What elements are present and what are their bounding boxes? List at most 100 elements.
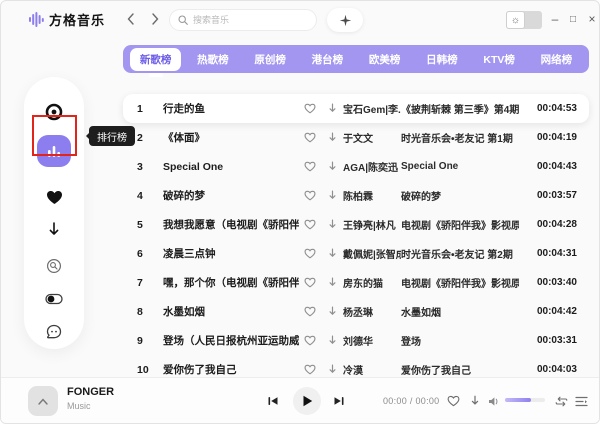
- tab-label: 热歌榜: [197, 54, 229, 66]
- sparkle-button[interactable]: [327, 8, 363, 32]
- theme-toggle[interactable]: ☼: [506, 11, 542, 29]
- expand-player-button[interactable]: [28, 386, 58, 416]
- search-input[interactable]: [193, 15, 293, 25]
- favorite-button[interactable]: [299, 364, 321, 375]
- download-button[interactable]: [321, 190, 343, 202]
- song-album: 爱你伤了我自己: [401, 362, 519, 377]
- player-favorite-button[interactable]: [445, 393, 461, 409]
- tab-8[interactable]: 网络榜: [531, 48, 583, 71]
- download-button[interactable]: [321, 335, 343, 347]
- song-duration: 00:04:28: [519, 219, 577, 230]
- song-duration: 00:04:03: [519, 364, 577, 375]
- table-row[interactable]: 3 Special One AGA|陈奕迅 Special One 00:04:…: [123, 152, 589, 181]
- download-icon: [327, 103, 338, 115]
- play-button[interactable]: [293, 387, 321, 415]
- table-row[interactable]: 7 嘿，那个你（电视剧《骄阳伴我》... 房东的猫 电视剧《骄阳伴我》影视原声大…: [123, 268, 589, 297]
- tab-1[interactable]: 新歌榜: [130, 48, 182, 71]
- volume-button[interactable]: [487, 394, 501, 408]
- maximize-button[interactable]: □: [564, 9, 582, 29]
- sidebar-item-mode-toggle[interactable]: [34, 282, 74, 315]
- favorite-button[interactable]: [299, 190, 321, 201]
- download-icon: [327, 248, 338, 260]
- ranking-active-button[interactable]: [37, 135, 71, 167]
- sidebar-item-messages[interactable]: [34, 316, 74, 349]
- previous-track-button[interactable]: [265, 393, 281, 409]
- favorite-button[interactable]: [299, 335, 321, 346]
- tab-5[interactable]: 欧美榜: [359, 48, 411, 71]
- download-button[interactable]: [321, 132, 343, 144]
- back-button[interactable]: [123, 11, 139, 27]
- tab-6[interactable]: 日韩榜: [416, 48, 468, 71]
- heart-outline-icon: [304, 161, 316, 172]
- favorite-button[interactable]: [299, 103, 321, 114]
- favorite-button[interactable]: [299, 161, 321, 172]
- heart-outline-icon: [304, 219, 316, 230]
- download-button[interactable]: [321, 248, 343, 260]
- sidebar-item-favorites[interactable]: [34, 180, 74, 213]
- minimize-button[interactable]: –: [546, 9, 564, 29]
- table-row[interactable]: 4 破碎的梦 陈柏霖 破碎的梦 00:03:57: [123, 181, 589, 210]
- favorite-button[interactable]: [299, 219, 321, 230]
- song-artist: 戴佩妮|张智成: [343, 246, 401, 261]
- download-button[interactable]: [321, 161, 343, 173]
- song-duration: 00:03:57: [519, 190, 577, 201]
- song-rank: 6: [137, 248, 163, 260]
- download-button[interactable]: [321, 103, 343, 115]
- table-row[interactable]: 1 行走的鱼 宝石Gem|李... 《披荆斩棘 第三季》第4期 00:04:53: [123, 94, 589, 123]
- tab-3[interactable]: 原创榜: [244, 48, 296, 71]
- table-row[interactable]: 2 《体面》 于文文 时光音乐会•老友记 第1期 00:04:19: [123, 123, 589, 152]
- song-album: 水墨如烟: [401, 304, 519, 319]
- close-button[interactable]: ×: [583, 9, 600, 29]
- next-track-button[interactable]: [331, 393, 347, 409]
- song-album: 电视剧《骄阳伴我》影视原声大碟: [401, 275, 519, 290]
- tab-2[interactable]: 热歌榜: [187, 48, 239, 71]
- forward-button[interactable]: [147, 11, 163, 27]
- tab-4[interactable]: 港台榜: [302, 48, 354, 71]
- download-button[interactable]: [321, 219, 343, 231]
- favorite-button[interactable]: [299, 248, 321, 259]
- song-duration: 00:04:31: [519, 248, 577, 259]
- sidebar-item-discover[interactable]: [34, 95, 74, 128]
- download-icon: [327, 132, 338, 144]
- previous-track-icon: [267, 395, 279, 407]
- download-icon: [327, 306, 338, 318]
- playlist-button[interactable]: [573, 393, 589, 409]
- tab-7[interactable]: KTV榜: [473, 48, 525, 71]
- song-title: 爱你伤了我自己: [163, 362, 299, 377]
- heart-outline-icon: [304, 364, 316, 375]
- heart-outline-icon: [304, 335, 316, 346]
- download-icon: [327, 335, 338, 347]
- song-artist: 刘德华: [343, 333, 401, 348]
- tab-bar: 新歌榜 热歌榜 原创榜 港台榜 欧美榜 日韩榜 KTV榜网络榜: [123, 45, 589, 73]
- speaker-icon: [488, 396, 500, 407]
- table-row[interactable]: 6 凌晨三点钟 戴佩妮|张智成 时光音乐会•老友记 第2期 00:04:31: [123, 239, 589, 268]
- tab-label: 日韩榜: [426, 54, 458, 66]
- search-box[interactable]: [169, 9, 317, 31]
- song-artist: 宝石Gem|李...: [343, 101, 401, 116]
- download-button[interactable]: [321, 364, 343, 376]
- player-download-button[interactable]: [467, 393, 483, 409]
- download-icon: [327, 364, 338, 376]
- table-row[interactable]: 8 水墨如烟 杨丞琳 水墨如烟 00:04:42: [123, 297, 589, 326]
- message-icon: [46, 324, 62, 340]
- tab-label: 港台榜: [312, 54, 344, 66]
- sidebar-item-downloads[interactable]: [34, 214, 74, 247]
- favorite-button[interactable]: [299, 306, 321, 317]
- sun-icon: ☼: [506, 11, 525, 29]
- download-button[interactable]: [321, 306, 343, 318]
- volume-slider[interactable]: [505, 398, 545, 402]
- table-row[interactable]: 9 登场（人民日报杭州亚运助威曲） 刘德华 登场 00:03:31: [123, 326, 589, 355]
- heart-outline-icon: [304, 190, 316, 201]
- heart-outline-icon: [447, 395, 460, 407]
- table-row[interactable]: 5 我想我愿意（电视剧《骄阳伴我》... 王铮亮|林凡 电视剧《骄阳伴我》影视原…: [123, 210, 589, 239]
- song-rank: 9: [137, 335, 163, 347]
- playlist-icon: [575, 396, 588, 407]
- repeat-button[interactable]: [553, 393, 569, 409]
- download-button[interactable]: [321, 277, 343, 289]
- sidebar-item-recent[interactable]: [34, 249, 74, 282]
- song-duration: 00:04:19: [519, 132, 577, 143]
- song-title: 嘿，那个你（电视剧《骄阳伴我》...: [163, 275, 299, 290]
- favorite-button[interactable]: [299, 277, 321, 288]
- favorite-button[interactable]: [299, 132, 321, 143]
- sidebar-item-ranking[interactable]: [34, 130, 74, 172]
